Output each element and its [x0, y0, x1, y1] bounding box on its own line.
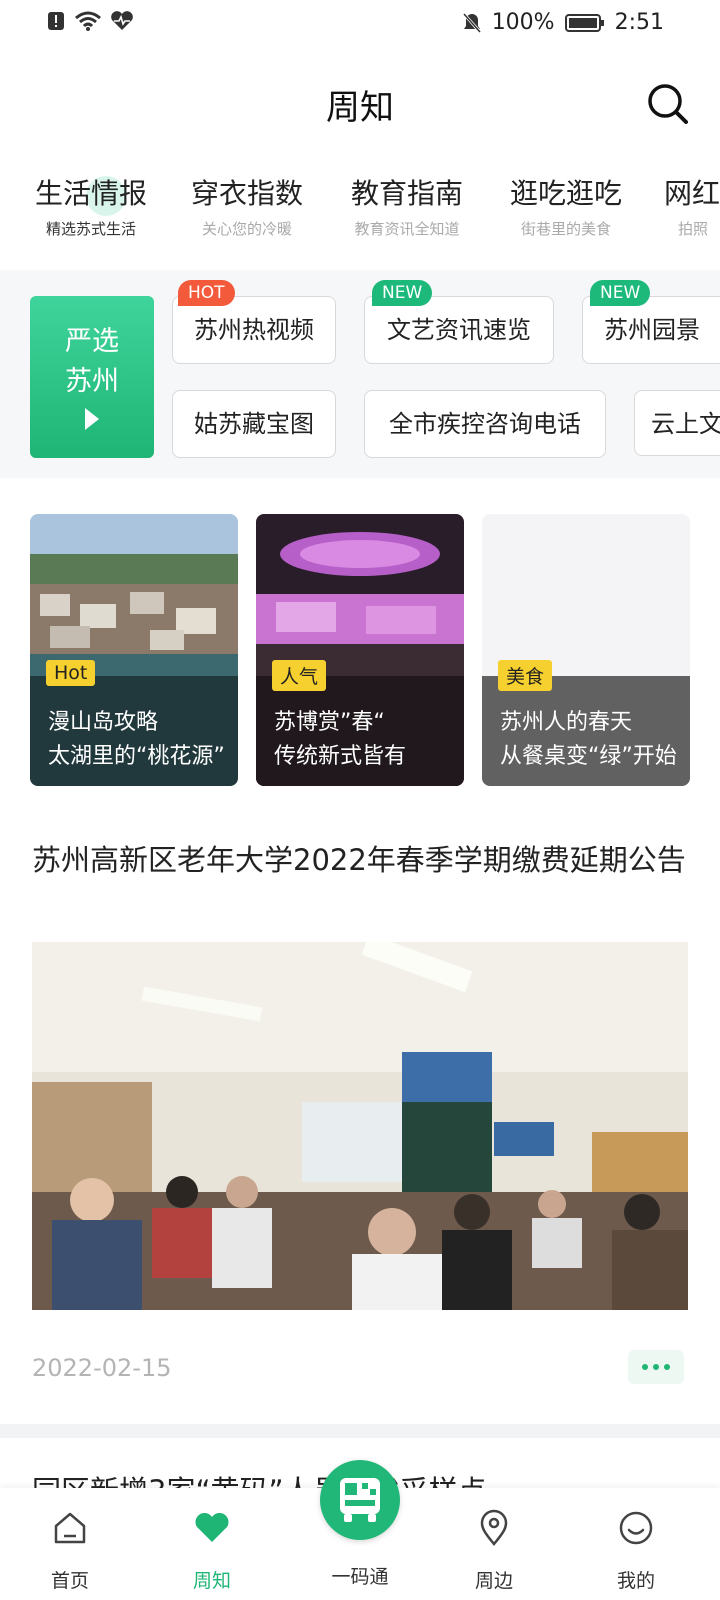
card-title: 苏州人的春天 — [500, 710, 633, 735]
tab-dressing-index[interactable]: 穿衣指数 关心您的冷暖 — [188, 172, 306, 239]
tag-cdc-hotline[interactable]: 全市疾控咨询电话 — [364, 390, 606, 458]
dot — [642, 1364, 648, 1370]
hot-badge: HOT — [178, 280, 235, 306]
article-date: 2022-02-15 — [32, 1354, 172, 1382]
tab-label: 网红 — [664, 177, 720, 210]
heart-pulse-icon — [111, 11, 133, 31]
tab-education-guide[interactable]: 教育指南 教育资讯全知道 — [344, 172, 470, 239]
card-tag: 美食 — [498, 660, 553, 691]
tab-label: 生活情报 — [34, 177, 147, 210]
tag-hot-video[interactable]: 苏州热视频 — [172, 296, 336, 364]
home-icon — [54, 1512, 86, 1544]
yanxuan-suzhou-button[interactable]: 严选 苏州 — [30, 296, 154, 458]
tab-sublabel: 精选苏式生活 — [45, 220, 136, 238]
page-title: 周知 — [326, 88, 394, 128]
feature-card[interactable]: 美食 苏州人的春天 从餐桌变“绿”开始 — [482, 514, 690, 786]
nav-label: 我的 — [616, 1570, 655, 1592]
tab-food-walk[interactable]: 逛吃逛吃 街巷里的美食 — [506, 172, 626, 239]
search-icon[interactable] — [646, 82, 690, 126]
smiley-icon — [619, 1511, 653, 1545]
tag-suzhou-gardens[interactable]: 苏州园景 — [582, 296, 720, 364]
card-subtitle: 传统新式皆有 — [274, 744, 407, 769]
mute-bell-icon — [462, 12, 481, 33]
dot — [664, 1364, 670, 1370]
card-subtitle: 从餐桌变“绿”开始 — [500, 744, 677, 769]
tab-sublabel: 街巷里的美食 — [520, 220, 611, 238]
battery-percent: 100% — [491, 10, 555, 35]
feature-card[interactable]: Hot 漫山岛攻略 太湖里的“桃花源” — [30, 514, 238, 786]
nav-home[interactable]: 首页 — [20, 1508, 120, 1593]
tag-cloud-culture[interactable]: 云上文 — [634, 390, 720, 456]
tab-life-info[interactable]: 生活情报 精选苏式生活 — [32, 172, 150, 239]
tab-label: 穿衣指数 — [190, 177, 303, 210]
status-right: 100% 2:51 — [462, 10, 664, 35]
nav-label: 周边 — [474, 1570, 513, 1592]
card-title: 漫山岛攻略 — [48, 710, 159, 735]
feature-card[interactable]: 人气 苏博赏”春“ 传统新式皆有 — [256, 514, 464, 786]
location-pin-icon — [480, 1509, 508, 1546]
section-divider — [0, 1424, 720, 1438]
play-arrow-icon — [85, 408, 99, 430]
tab-sublabel: 拍照 — [678, 220, 709, 238]
card-tag: 人气 — [272, 660, 327, 691]
card-tag: Hot — [46, 660, 96, 686]
status-bar: 100% 2:51 — [0, 0, 720, 48]
tag-gusu-treasure-map[interactable]: 姑苏藏宝图 — [172, 390, 336, 458]
wifi-icon — [75, 11, 101, 31]
tab-internet-celebrity[interactable]: 网红 拍照 — [664, 172, 720, 239]
tab-sublabel: 教育资讯全知道 — [354, 220, 460, 238]
status-left-icons — [46, 10, 134, 32]
new-badge: NEW — [372, 280, 433, 306]
card-title: 苏博赏”春“ — [274, 710, 385, 735]
nav-profile[interactable]: 我的 — [586, 1508, 686, 1593]
tab-label: 教育指南 — [350, 177, 463, 210]
nav-zhouzhi[interactable]: 周知 — [162, 1508, 262, 1593]
clock: 2:51 — [614, 10, 664, 35]
nav-label: 首页 — [50, 1570, 89, 1592]
nav-label[interactable]: 一码通 — [310, 1562, 410, 1589]
more-options-button[interactable] — [628, 1350, 684, 1384]
tag-culture-news[interactable]: 文艺资讯速览 — [364, 296, 554, 364]
qr-bus-icon — [340, 1478, 380, 1522]
card-subtitle: 太湖里的“桃花源” — [48, 744, 225, 769]
new-badge: NEW — [590, 280, 651, 306]
tab-sublabel: 关心您的冷暖 — [201, 220, 292, 238]
qr-bus-button[interactable] — [320, 1460, 400, 1540]
yanxuan-line2: 苏州 — [65, 366, 119, 397]
yanxuan-line1: 严选 — [65, 326, 119, 357]
nav-nearby[interactable]: 周边 — [444, 1508, 544, 1593]
article-title[interactable]: 苏州高新区老年大学2022年春季学期缴费延期公告 — [32, 838, 688, 882]
alert-icon — [48, 12, 64, 30]
classroom-photo[interactable] — [32, 942, 688, 1310]
battery-icon — [564, 13, 604, 32]
nav-label: 周知 — [192, 1570, 231, 1592]
heart-icon — [195, 1512, 229, 1542]
dot — [653, 1364, 659, 1370]
tab-label: 逛吃逛吃 — [509, 177, 622, 210]
